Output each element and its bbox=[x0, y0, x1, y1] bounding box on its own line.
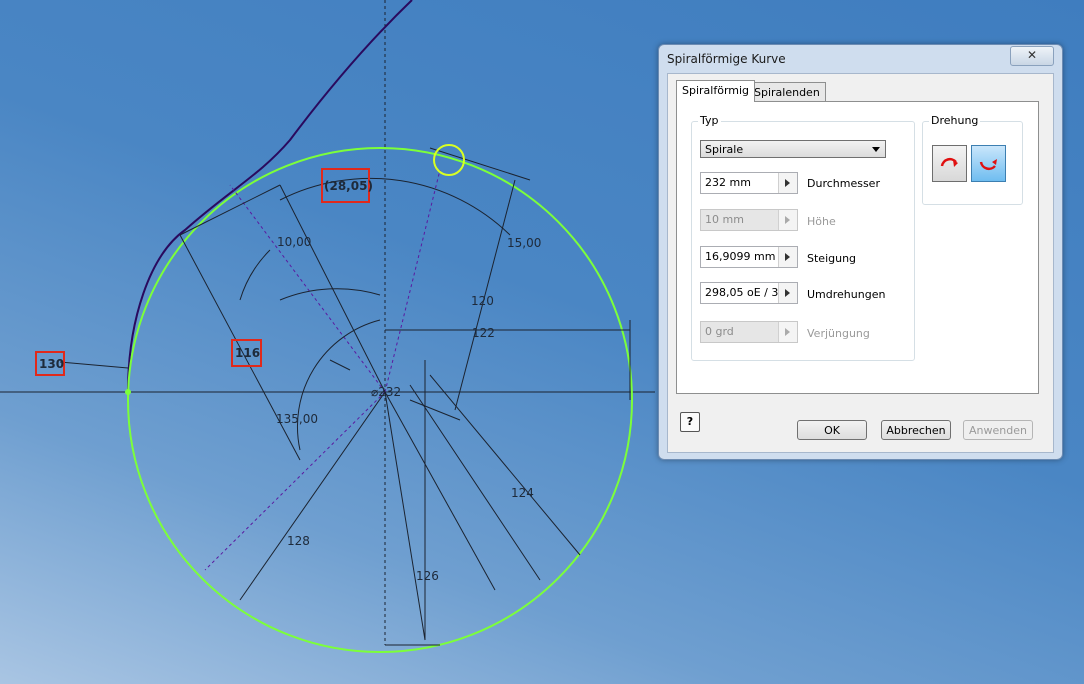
dim-124[interactable]: 124 bbox=[511, 486, 534, 500]
spiral-start-point[interactable] bbox=[125, 389, 131, 395]
help-icon: ? bbox=[686, 415, 694, 428]
dim-122[interactable]: 122 bbox=[472, 326, 495, 340]
spiral-curve-dialog: Spiralförmige Kurve ✕ Spiralförmig Spira… bbox=[658, 44, 1063, 460]
spin-arrow-icon[interactable] bbox=[778, 247, 797, 267]
chevron-down-icon bbox=[872, 147, 880, 152]
dim-135-00[interactable]: 135,00 bbox=[276, 412, 318, 426]
dimension-lines bbox=[59, 147, 631, 646]
tab-spiralfoermig[interactable]: Spiralförmig bbox=[676, 80, 756, 102]
dim-28-05[interactable]: (28,05) bbox=[324, 179, 373, 193]
typ-group: Typ Spirale 232 mm Durchmesser 10 mm Höh… bbox=[691, 114, 915, 361]
durchmesser-field[interactable]: 232 mm bbox=[700, 172, 798, 194]
typ-select-value: Spirale bbox=[705, 143, 744, 156]
dim-130[interactable]: 130 bbox=[39, 357, 64, 371]
dialog-title: Spiralförmige Kurve bbox=[667, 52, 786, 66]
dim-116[interactable]: 116 bbox=[235, 346, 260, 360]
verjuengung-field: 0 grd bbox=[700, 321, 798, 343]
dialog-titlebar[interactable]: Spiralförmige Kurve ✕ bbox=[659, 45, 1062, 73]
steigung-field[interactable]: 16,9099 mm bbox=[700, 246, 798, 268]
dim-126[interactable]: 126 bbox=[416, 569, 439, 583]
dialog-client-area: Spiralförmig Spiralenden Typ Spirale 232… bbox=[667, 73, 1054, 453]
tab-panel: Typ Spirale 232 mm Durchmesser 10 mm Höh… bbox=[676, 101, 1039, 394]
dim-15-00[interactable]: 15,00 bbox=[507, 236, 541, 250]
umdrehungen-field[interactable]: 298,05 oE / 360 bbox=[700, 282, 798, 304]
drehung-label: Drehung bbox=[929, 114, 981, 127]
spin-arrow-icon[interactable] bbox=[778, 173, 797, 193]
umdrehungen-label: Umdrehungen bbox=[807, 288, 886, 301]
durchmesser-value: 232 mm bbox=[705, 176, 751, 189]
drehung-group: Drehung bbox=[922, 114, 1023, 205]
rotate-counterclockwise-button[interactable] bbox=[971, 145, 1006, 182]
radial-line-topleft bbox=[229, 184, 386, 393]
apply-button[interactable]: Anwenden bbox=[963, 420, 1033, 440]
dim-diameter-232[interactable]: ⌀232 bbox=[371, 385, 401, 399]
spin-arrow-icon[interactable] bbox=[778, 283, 797, 303]
dim-10-00[interactable]: 10,00 bbox=[277, 235, 311, 249]
typ-label: Typ bbox=[698, 114, 721, 127]
radial-line-top bbox=[384, 169, 441, 393]
close-button[interactable]: ✕ bbox=[1010, 46, 1054, 66]
dim-120[interactable]: 120 bbox=[471, 294, 494, 308]
ok-button[interactable]: OK bbox=[797, 420, 867, 440]
cancel-button[interactable]: Abbrechen bbox=[881, 420, 951, 440]
rotate-counterclockwise-icon bbox=[979, 159, 997, 171]
hoehe-value: 10 mm bbox=[705, 213, 744, 226]
hoehe-field: 10 mm bbox=[700, 209, 798, 231]
help-button[interactable]: ? bbox=[680, 412, 700, 432]
durchmesser-label: Durchmesser bbox=[807, 177, 880, 190]
steigung-label: Steigung bbox=[807, 252, 857, 265]
spin-arrow-icon bbox=[778, 210, 797, 230]
rotate-clockwise-icon bbox=[940, 157, 958, 167]
tab-spiralenden[interactable]: Spiralenden bbox=[748, 82, 826, 102]
close-icon: ✕ bbox=[1026, 48, 1038, 62]
dim-128[interactable]: 128 bbox=[287, 534, 310, 548]
typ-select[interactable]: Spirale bbox=[700, 140, 886, 158]
verjuengung-label: Verjüngung bbox=[807, 327, 870, 340]
spin-arrow-icon bbox=[778, 322, 797, 342]
rotate-clockwise-button[interactable] bbox=[932, 145, 967, 182]
hoehe-label: Höhe bbox=[807, 215, 836, 228]
verjuengung-value: 0 grd bbox=[705, 325, 734, 338]
steigung-value: 16,9099 mm bbox=[705, 250, 776, 263]
